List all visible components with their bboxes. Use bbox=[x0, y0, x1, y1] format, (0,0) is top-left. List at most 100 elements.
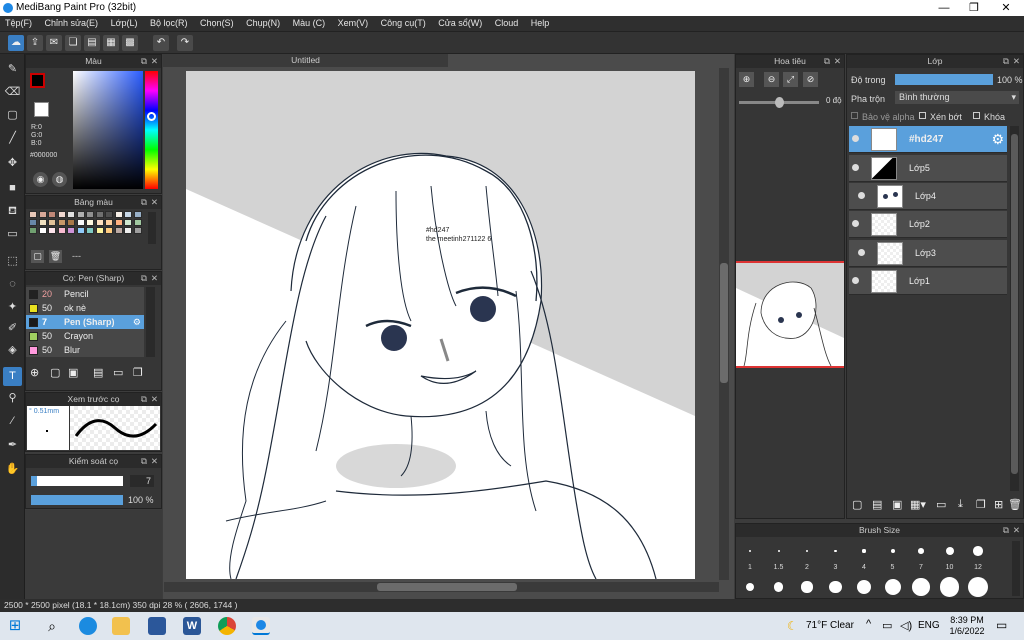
merge-down-icon[interactable]: ⤓ bbox=[958, 498, 963, 511]
brush-size-dot-large[interactable] bbox=[912, 578, 930, 596]
visibility-eye-icon[interactable] bbox=[852, 220, 859, 227]
edge-browser-icon[interactable] bbox=[79, 617, 97, 635]
brush-size-dot[interactable] bbox=[806, 550, 808, 552]
text-tool-icon[interactable]: T bbox=[3, 367, 22, 386]
brush-settings-gear-icon[interactable]: ⚙ bbox=[133, 315, 141, 329]
store-icon[interactable] bbox=[148, 617, 166, 635]
layer-row[interactable]: Lớp1 bbox=[849, 268, 1007, 295]
maximize-button[interactable]: ❐ bbox=[958, 0, 990, 16]
brush-size-value[interactable]: 7 bbox=[130, 475, 154, 487]
palette-swatch[interactable] bbox=[48, 219, 56, 226]
undock-icon[interactable]: ⧉ bbox=[141, 55, 147, 68]
clip-checkbox[interactable] bbox=[919, 112, 926, 119]
primary-color-swatch[interactable] bbox=[30, 73, 45, 88]
brush-size-dot[interactable] bbox=[834, 549, 837, 553]
redo-icon[interactable]: ↷ bbox=[177, 35, 193, 51]
palette-swatch[interactable] bbox=[95, 211, 104, 218]
brush-size-dot[interactable] bbox=[890, 549, 895, 553]
blend-mode-select[interactable]: Bình thường ▾ bbox=[895, 91, 1019, 104]
palette-swatch[interactable] bbox=[114, 211, 123, 218]
palette-swatch[interactable] bbox=[95, 219, 104, 226]
menu-layer[interactable]: Lớp(L) bbox=[106, 16, 143, 31]
brush-size-dot-large[interactable] bbox=[967, 576, 989, 598]
menu-help[interactable]: Help bbox=[526, 16, 555, 31]
palette-swatch[interactable] bbox=[57, 227, 66, 234]
hand-tool-icon[interactable]: ✋ bbox=[3, 460, 22, 479]
layer-row[interactable]: Lớp5 bbox=[849, 155, 1007, 182]
menu-cloud[interactable]: Cloud bbox=[490, 16, 524, 31]
palette-swatch[interactable] bbox=[76, 227, 85, 234]
palette-swatch[interactable] bbox=[105, 211, 113, 218]
select-eraser-tool-icon[interactable]: ◈ bbox=[3, 341, 22, 360]
palette-swatch[interactable] bbox=[67, 219, 75, 226]
saturation-value-picker[interactable] bbox=[73, 71, 143, 189]
palette-swatch[interactable] bbox=[48, 211, 56, 218]
layer-opacity-slider[interactable] bbox=[895, 74, 993, 85]
undock-icon[interactable]: ⧉ bbox=[141, 272, 147, 285]
menu-select[interactable]: Chọn(S) bbox=[195, 16, 239, 31]
palette-swatch[interactable] bbox=[133, 211, 142, 218]
document-icon[interactable]: ▤ bbox=[84, 35, 100, 51]
palette-swatch[interactable] bbox=[29, 227, 37, 234]
brush-tool-icon[interactable]: ✎ bbox=[3, 60, 22, 79]
chrome-icon[interactable] bbox=[218, 617, 236, 635]
new-halftone-layer-icon[interactable]: ▤ bbox=[872, 498, 882, 511]
menu-edit[interactable]: Chỉnh sửa(E) bbox=[40, 16, 104, 31]
cloud-icon[interactable]: ☁ bbox=[8, 35, 24, 51]
delete-palette-icon[interactable]: 🗑 bbox=[49, 250, 62, 263]
palette-swatch[interactable] bbox=[29, 219, 37, 226]
layer-folder-icon[interactable]: ▭ bbox=[936, 498, 946, 511]
menu-snap[interactable]: Chụp(N) bbox=[241, 16, 285, 31]
undo-icon[interactable]: ↶ bbox=[153, 35, 169, 51]
palette-swatch[interactable] bbox=[114, 219, 123, 226]
language-indicator[interactable]: ENG bbox=[918, 620, 940, 631]
undock-icon[interactable]: ⧉ bbox=[1003, 524, 1009, 537]
menu-color[interactable]: Màu (C) bbox=[288, 16, 331, 31]
select-tool-icon[interactable]: ⬚ bbox=[3, 252, 22, 271]
palette-swatch[interactable] bbox=[95, 227, 104, 234]
layer-settings-gear-icon[interactable]: ⚙ bbox=[991, 131, 1004, 148]
clock-date[interactable]: 1/6/2022 bbox=[946, 626, 988, 637]
move-tool-icon[interactable]: ✥ bbox=[3, 154, 22, 173]
tray-chevron-icon[interactable]: ^ bbox=[866, 618, 871, 630]
clock-time[interactable]: 8:39 PM bbox=[946, 615, 988, 626]
brush-size-dot-large[interactable] bbox=[884, 579, 901, 595]
brush-size-dot[interactable] bbox=[918, 548, 924, 554]
brush-size-dot[interactable] bbox=[749, 550, 751, 552]
brush-size-grid[interactable]: 1 1.5 2 3 4 5 7 10 12 bbox=[736, 537, 1008, 599]
panel-close-icon[interactable]: ✕ bbox=[151, 455, 158, 468]
menu-view[interactable]: Xem(V) bbox=[333, 16, 374, 31]
menu-tools[interactable]: Công cụ(T) bbox=[376, 16, 431, 31]
panels-icon[interactable]: ▩ bbox=[122, 35, 138, 51]
palette-swatch[interactable] bbox=[38, 219, 47, 226]
navigator-thumbnail[interactable] bbox=[736, 261, 844, 368]
palette-swatch[interactable] bbox=[38, 227, 47, 234]
canvas-vertical-scrollbar[interactable] bbox=[719, 68, 729, 580]
palette-swatch[interactable] bbox=[29, 211, 37, 218]
medibang-taskbar-icon[interactable] bbox=[252, 617, 270, 635]
undock-icon[interactable]: ⧉ bbox=[141, 455, 147, 468]
panel-close-icon[interactable]: ✕ bbox=[151, 55, 158, 68]
brush-opacity-slider[interactable] bbox=[31, 495, 123, 505]
fill-rect-tool-icon[interactable]: ■ bbox=[3, 179, 22, 198]
palette-swatch[interactable] bbox=[105, 227, 113, 234]
brush-item[interactable]: 20 Pencil bbox=[26, 287, 144, 301]
layer-row-selected[interactable]: #hd247 ⚙ bbox=[849, 126, 1007, 153]
file-explorer-icon[interactable] bbox=[112, 617, 130, 635]
brush-size-dot-large[interactable] bbox=[746, 583, 754, 591]
upload-icon[interactable]: ⇪ bbox=[27, 35, 43, 51]
canvas-paper[interactable]: #hd247 the meetinh271122 6 bbox=[186, 71, 695, 579]
palette-swatch[interactable] bbox=[124, 227, 132, 234]
brush-dropdown-icon[interactable]: ▣ bbox=[68, 366, 78, 379]
shape-tool-icon[interactable]: ▢ bbox=[3, 106, 22, 125]
hue-slider[interactable] bbox=[145, 71, 158, 189]
brush-item[interactable]: 50 Crayon bbox=[26, 329, 144, 343]
visibility-eye-icon[interactable] bbox=[858, 249, 865, 256]
brush-size-dot-large[interactable] bbox=[829, 580, 842, 594]
zoom-in-icon[interactable]: ⊕ bbox=[739, 72, 754, 87]
palette-scrollbar[interactable] bbox=[148, 212, 156, 244]
palette-swatch[interactable] bbox=[57, 219, 66, 226]
add-palette-icon[interactable]: ▢ bbox=[31, 250, 44, 263]
panel-close-icon[interactable]: ✕ bbox=[1013, 55, 1020, 68]
palette-swatch[interactable] bbox=[133, 219, 142, 226]
